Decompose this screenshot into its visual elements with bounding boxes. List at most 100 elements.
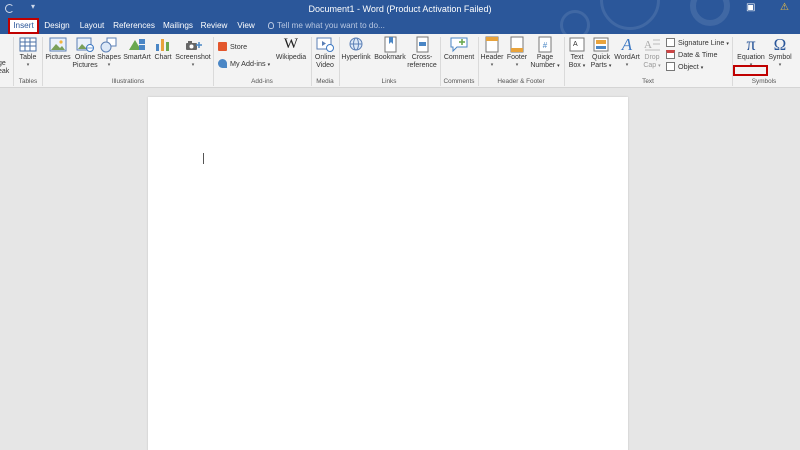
tab-layout[interactable]: Layout — [77, 18, 107, 34]
pictures-button[interactable]: Pictures — [44, 36, 72, 62]
comment-button[interactable]: Comment — [441, 36, 477, 62]
symbol-button[interactable]: Ω Symbol ▾ — [766, 36, 794, 68]
calendar-icon — [666, 50, 675, 59]
table-icon — [18, 36, 38, 53]
drop-cap-label-text: Cap — [643, 62, 657, 69]
text-box-label-1: Text — [570, 54, 584, 61]
header-button[interactable]: Header ▾ — [479, 36, 505, 68]
my-addins-icon — [218, 59, 227, 68]
drop-cap-button[interactable]: A Drop Cap ▾ — [641, 36, 663, 70]
warning-icon[interactable]: ⚠ — [780, 2, 789, 14]
chevron-down-icon: ▾ — [490, 62, 494, 68]
group-label-media: Media — [316, 78, 334, 85]
tab-review[interactable]: Review — [200, 18, 228, 34]
store-button[interactable]: Store — [218, 41, 247, 52]
chevron-down-icon: ▾ — [778, 62, 782, 68]
wordart-button[interactable]: A WordArt ▾ — [612, 36, 642, 68]
chevron-down-icon: ▾ — [726, 41, 729, 47]
header-icon — [482, 36, 502, 53]
smartart-button[interactable]: SmartArt — [122, 36, 152, 62]
wordart-label: WordArt — [614, 54, 640, 61]
footer-icon — [507, 36, 527, 53]
online-video-label-1: Online — [314, 54, 336, 61]
group-label-tables: Tables — [18, 78, 38, 85]
group-label-links: Links — [381, 78, 397, 85]
my-addins-button[interactable]: My Add-ins ▾ — [218, 58, 270, 71]
svg-text:#: # — [543, 41, 548, 50]
bookmark-label: Bookmark — [374, 54, 406, 61]
quick-parts-label-1: Quick — [592, 54, 610, 61]
drop-cap-label-2: Cap ▾ — [641, 62, 663, 70]
tab-view[interactable]: View — [234, 18, 258, 34]
bookmark-button[interactable]: Bookmark — [372, 36, 408, 62]
signature-line-label: Signature Line — [678, 38, 725, 47]
group-separator — [42, 37, 43, 86]
svg-text:A: A — [644, 39, 652, 51]
pictures-icon — [48, 36, 68, 53]
object-button[interactable]: Object ▾ — [666, 61, 703, 74]
date-time-button[interactable]: Date & Time — [666, 49, 718, 60]
store-icon — [218, 42, 227, 51]
chevron-down-icon: ▾ — [625, 62, 629, 68]
page-break-label-2: eak — [0, 68, 10, 75]
hyperlink-button[interactable]: Hyperlink — [340, 36, 372, 62]
page-number-label-1: Page — [536, 54, 554, 61]
comment-icon — [449, 36, 469, 53]
ribbon: ge eak Table ▾ Tables Pictures Online Pi… — [0, 34, 800, 88]
wikipedia-button[interactable]: W Wikipedia — [273, 36, 309, 62]
chevron-down-icon: ▾ — [557, 63, 560, 69]
page-number-label-text: Number — [530, 62, 556, 69]
online-pictures-button[interactable]: Online Pictures — [72, 36, 98, 70]
cross-reference-icon — [412, 36, 432, 53]
signature-line-icon — [666, 38, 675, 47]
tab-insert[interactable]: Insert — [8, 18, 39, 34]
document-page[interactable] — [148, 97, 628, 450]
chevron-down-icon: ▾ — [658, 63, 661, 69]
symbol-label: Symbol — [768, 54, 792, 61]
screenshot-icon — [183, 36, 203, 53]
shapes-label: Shapes — [97, 54, 121, 61]
tab-mailings[interactable]: Mailings — [160, 18, 196, 34]
object-icon — [666, 62, 675, 71]
header-label: Header — [480, 54, 504, 61]
chart-button[interactable]: Chart — [152, 36, 174, 62]
drop-cap-icon: A — [642, 36, 662, 53]
date-time-label: Date & Time — [678, 50, 718, 59]
screenshot-button[interactable]: Screenshot ▾ — [175, 36, 211, 68]
tell-me-search[interactable]: Tell me what you want to do... — [268, 18, 385, 34]
my-addins-label: My Add-ins — [230, 59, 266, 68]
equation-dropdown-highlight — [733, 65, 768, 76]
chevron-down-icon: ▾ — [515, 62, 519, 68]
page-number-button[interactable]: # Page Number ▾ — [528, 36, 562, 70]
text-box-button[interactable]: A Text Box ▾ — [565, 36, 589, 70]
comment-label: Comment — [443, 54, 475, 61]
chart-icon — [153, 36, 173, 53]
table-button[interactable]: Table ▾ — [15, 36, 41, 68]
chevron-down-icon: ▾ — [582, 63, 586, 69]
quick-parts-button[interactable]: Quick Parts ▾ — [589, 36, 613, 70]
smartart-label: SmartArt — [123, 54, 151, 61]
tab-design[interactable]: Design — [42, 18, 72, 34]
tab-references[interactable]: References — [112, 18, 156, 34]
lightbulb-icon — [268, 22, 274, 29]
footer-button[interactable]: Footer ▾ — [505, 36, 529, 68]
ribbon-display-options-icon[interactable]: ▣ — [746, 2, 755, 14]
store-label: Store — [230, 42, 248, 51]
online-video-button[interactable]: Online Video — [312, 36, 338, 70]
text-box-label-2: Box ▾ — [565, 62, 589, 70]
group-label-symbols: Symbols — [751, 78, 777, 85]
equation-button[interactable]: π Equation ▾ — [734, 35, 768, 68]
omega-symbol-icon: Ω — [773, 35, 787, 54]
online-pictures-icon — [75, 36, 95, 53]
shapes-button[interactable]: Shapes ▾ — [97, 36, 121, 68]
page-break-button[interactable]: ge eak — [0, 60, 10, 76]
wikipedia-icon: W — [283, 36, 299, 52]
wikipedia-label: Wikipedia — [275, 54, 307, 61]
footer-label: Footer — [506, 54, 528, 61]
svg-text:A: A — [573, 41, 578, 48]
wordart-icon: A — [621, 35, 633, 54]
cross-reference-button[interactable]: Cross- reference — [406, 36, 438, 70]
chevron-down-icon: ▾ — [267, 62, 271, 68]
screenshot-label: Screenshot — [175, 54, 211, 61]
shapes-icon — [99, 36, 119, 53]
